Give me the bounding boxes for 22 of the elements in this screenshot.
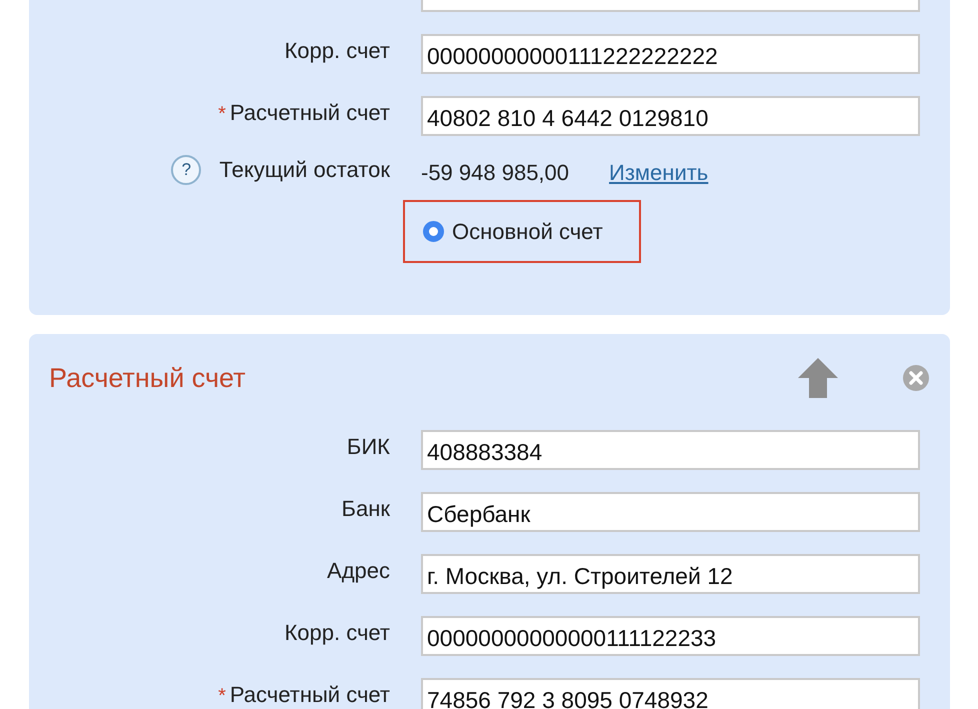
text-field[interactable]: Сбербанк [421,492,920,532]
balance-value: -59 948 985,00 [421,160,570,186]
field-label: Текущий остаток [219,157,390,183]
field-label: Корр. счет [284,620,390,646]
text-field[interactable]: 74856 792 3 8095 0748932 [421,678,920,709]
field-label: Адрес [327,558,390,584]
field-label: * Расчетный счет [218,682,390,708]
section-title: Расчетный счет [49,362,247,394]
text-field[interactable]: г. Москва, ул. Строителей 12 [421,554,920,594]
move-up-icon[interactable] [797,357,839,399]
help-icon[interactable]: ? [171,155,202,185]
field-label: Корр. счет [284,38,390,64]
text-field[interactable]: 40802 810 4 6442 0129810 [421,96,920,136]
field-label: * Расчетный счет [218,100,390,126]
main-account-radio[interactable]: Основной счет [403,200,641,263]
text-field[interactable]: 408883384 [421,430,920,470]
text-field[interactable]: 00000000000000111122233 [421,616,920,656]
change-link[interactable]: Изменить [609,160,708,186]
field-label: Банк [342,496,390,522]
field-label: БИК [346,434,390,460]
close-icon[interactable] [903,365,929,391]
text-field[interactable]: 00000000000111222222222 [421,34,920,74]
